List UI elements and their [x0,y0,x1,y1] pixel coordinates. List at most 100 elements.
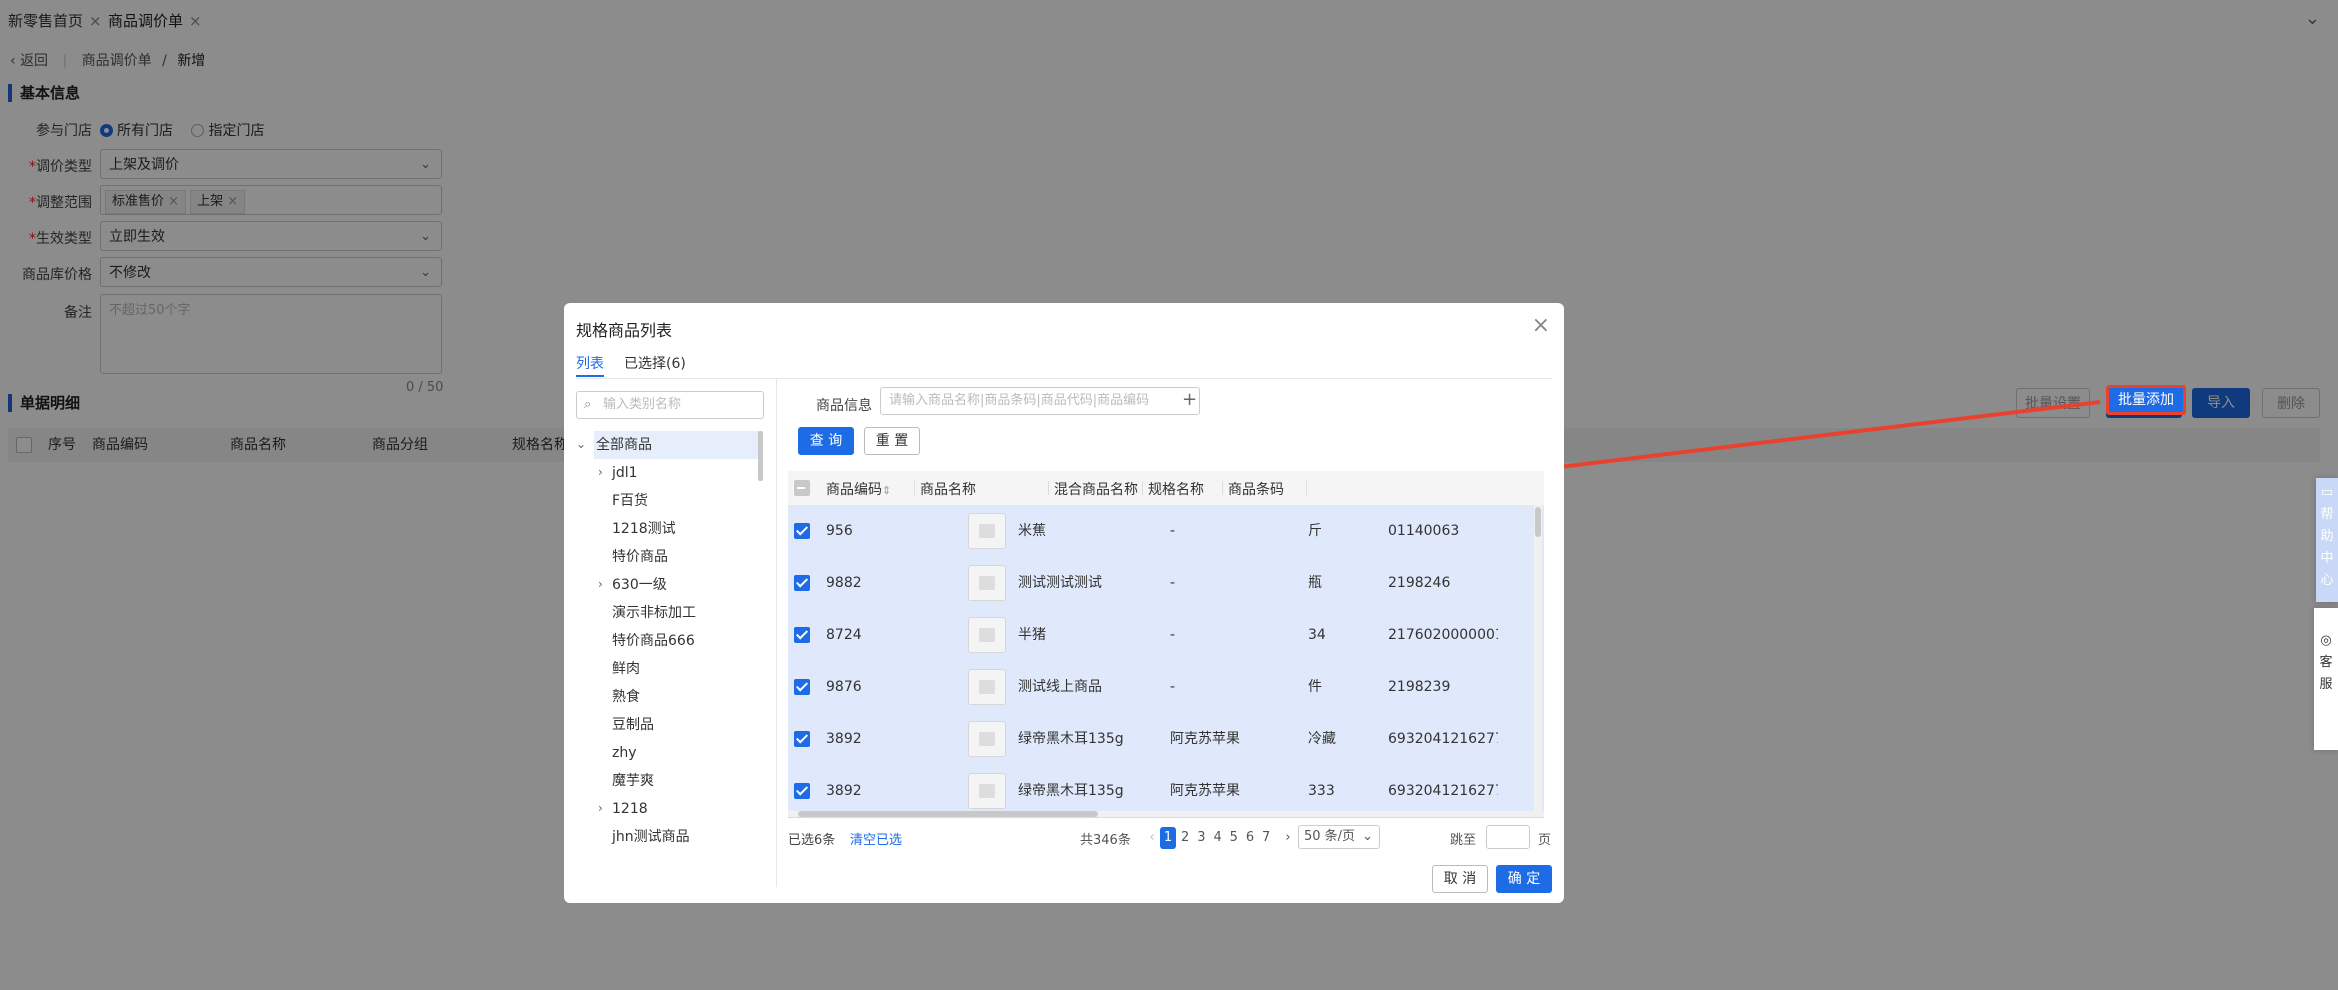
tree-item[interactable]: 全部商品 [596,431,652,459]
product-image [968,773,1006,809]
page-size-select[interactable]: 50 条/页 ⌄ [1298,825,1380,849]
column-header-code[interactable]: 商品编码⇕ [826,479,891,499]
table-row[interactable]: 956 米蕉 - 斤 01140063 [788,505,1544,558]
query-button[interactable]: 查 询 [798,427,854,455]
cell-barcode: 2198246 [1388,575,1451,591]
product-search-input[interactable]: 请输入商品名称|商品条码|商品代码|商品编码 [880,387,1200,415]
cell-code: 9876 [826,679,862,695]
row-checkbox[interactable] [794,523,810,539]
spec-product-modal: 规格商品列表 × 列表 已选择(6) 输入类别名称 ⌕ ⌄ 全部商品 › jdl1 F百… [564,303,1564,903]
page-number[interactable]: 7 [1259,827,1273,849]
prev-page-icon[interactable]: ‹ [1142,827,1162,849]
cell-spec: 333 [1308,783,1335,799]
row-checkbox[interactable] [794,575,810,591]
table-vscroll-track [1534,505,1542,811]
total-count: 共346条 [1080,833,1131,848]
table-vscrollbar[interactable] [1535,507,1541,537]
row-checkbox[interactable] [794,679,810,695]
product-image [968,565,1006,601]
row-checkbox[interactable] [794,731,810,747]
chevron-right-icon[interactable]: › [598,465,603,479]
cell-code: 9882 [826,575,862,591]
cancel-button[interactable]: 取 消 [1432,865,1488,893]
column-header: 混合商品名称 [1054,482,1138,498]
tree-item[interactable]: 特价商品 [612,543,668,571]
help-icon: ▭ [2320,485,2334,500]
tree-item[interactable]: jhn测试商品 [612,823,690,851]
customer-service-label: 客服 [2319,655,2333,692]
cell-code: 8724 [826,627,862,643]
row-checkbox[interactable] [794,627,810,643]
confirm-button[interactable]: 确 定 [1496,865,1552,893]
cell-spec: 件 [1308,679,1322,695]
page-unit: 页 [1538,833,1552,848]
cell-spec: 瓶 [1308,575,1322,591]
cell-spec: 冷藏 [1308,731,1336,747]
jump-page-input[interactable] [1486,825,1530,849]
search-icon: ⌕ [584,397,592,412]
tab-list[interactable]: 列表 [576,353,604,373]
selected-count: 已选6条 [788,833,836,848]
tree-item[interactable]: 演示非标加工 [612,599,696,627]
column-header: 规格名称 [1148,482,1204,498]
tree-item[interactable]: 特价商品666 [612,627,695,655]
select-all-checkbox[interactable] [794,480,810,496]
cell-mixed: - [1170,523,1176,539]
tree-item[interactable]: 魔芋爽 [612,767,654,795]
page-number[interactable]: 3 [1194,827,1208,849]
chevron-right-icon[interactable]: › [598,577,603,591]
cell-name: 测试线上商品 [1018,679,1102,695]
tree-item[interactable]: zhy [612,739,637,767]
cell-spec: 34 [1308,627,1326,643]
clear-selected-link[interactable]: 清空已选 [850,829,902,848]
cell-barcode: 01140063 [1388,523,1460,539]
table-row[interactable]: 9876 测试线上商品 - 件 2198239 [788,661,1544,714]
headset-icon: ◎ [2320,633,2332,648]
plus-icon[interactable]: + [1182,389,1197,410]
table-row[interactable]: 8724 半猪 - 34 2176020000001 [788,609,1544,662]
reset-button[interactable]: 重 置 [864,427,920,455]
tree-item[interactable]: 1218测试 [612,515,676,543]
close-icon[interactable]: × [1532,313,1550,338]
tree-item[interactable]: 1218 [612,795,648,823]
page-number[interactable]: 5 [1227,827,1241,849]
chevron-right-icon[interactable]: › [598,801,603,815]
page-number[interactable]: 6 [1243,827,1257,849]
sort-icon[interactable]: ⇕ [882,484,891,497]
next-page-icon[interactable]: › [1278,827,1298,849]
page-number[interactable]: 4 [1211,827,1225,849]
cell-name: 米蕉 [1018,523,1046,539]
page-number[interactable]: 1 [1160,827,1176,849]
cell-mixed: 阿克苏苹果 [1170,731,1240,747]
tree-item[interactable]: jdl1 [612,459,638,487]
product-image [968,721,1006,757]
cell-name: 半猪 [1018,627,1046,643]
cell-barcode: 6932041216277 [1388,731,1498,747]
cell-code: 3892 [826,731,862,747]
chevron-down-icon[interactable]: ⌄ [576,437,586,451]
tab-selected[interactable]: 已选择(6) [624,353,686,373]
page-number[interactable]: 2 [1178,827,1192,849]
cell-spec: 斤 [1308,523,1322,539]
help-center-widget[interactable]: ▭ 帮助中心 [2316,478,2338,602]
table-row[interactable]: 9882 测试测试测试 - 瓶 2198246 [788,557,1544,610]
tree-item[interactable]: 豆制品 [612,711,654,739]
cell-barcode: 6932041216277 [1388,783,1498,799]
modal-title: 规格商品列表 [576,321,673,340]
cell-mixed: - [1170,575,1176,591]
row-checkbox[interactable] [794,783,810,799]
product-image [968,617,1006,653]
tree-item[interactable]: 630一级 [612,571,667,599]
cell-barcode: 2176020000001 [1388,627,1498,643]
cell-mixed: - [1170,679,1176,695]
table-row[interactable]: 3892 绿帝黑木耳135g 阿克苏苹果 冷藏 6932041216277 [788,713,1544,766]
tree-item[interactable]: 鲜肉 [612,655,640,683]
category-search-input[interactable]: 输入类别名称 [576,391,764,419]
tree-item[interactable]: 熟食 [612,683,640,711]
tree-item[interactable]: F百货 [612,487,648,515]
cell-mixed: 阿克苏苹果 [1170,783,1240,799]
help-center-label: 帮助中心 [2320,507,2334,588]
table-hscrollbar[interactable] [798,811,1098,817]
tree-scrollbar[interactable] [758,431,763,481]
customer-service-widget[interactable]: ◎ 客服 [2314,608,2338,750]
